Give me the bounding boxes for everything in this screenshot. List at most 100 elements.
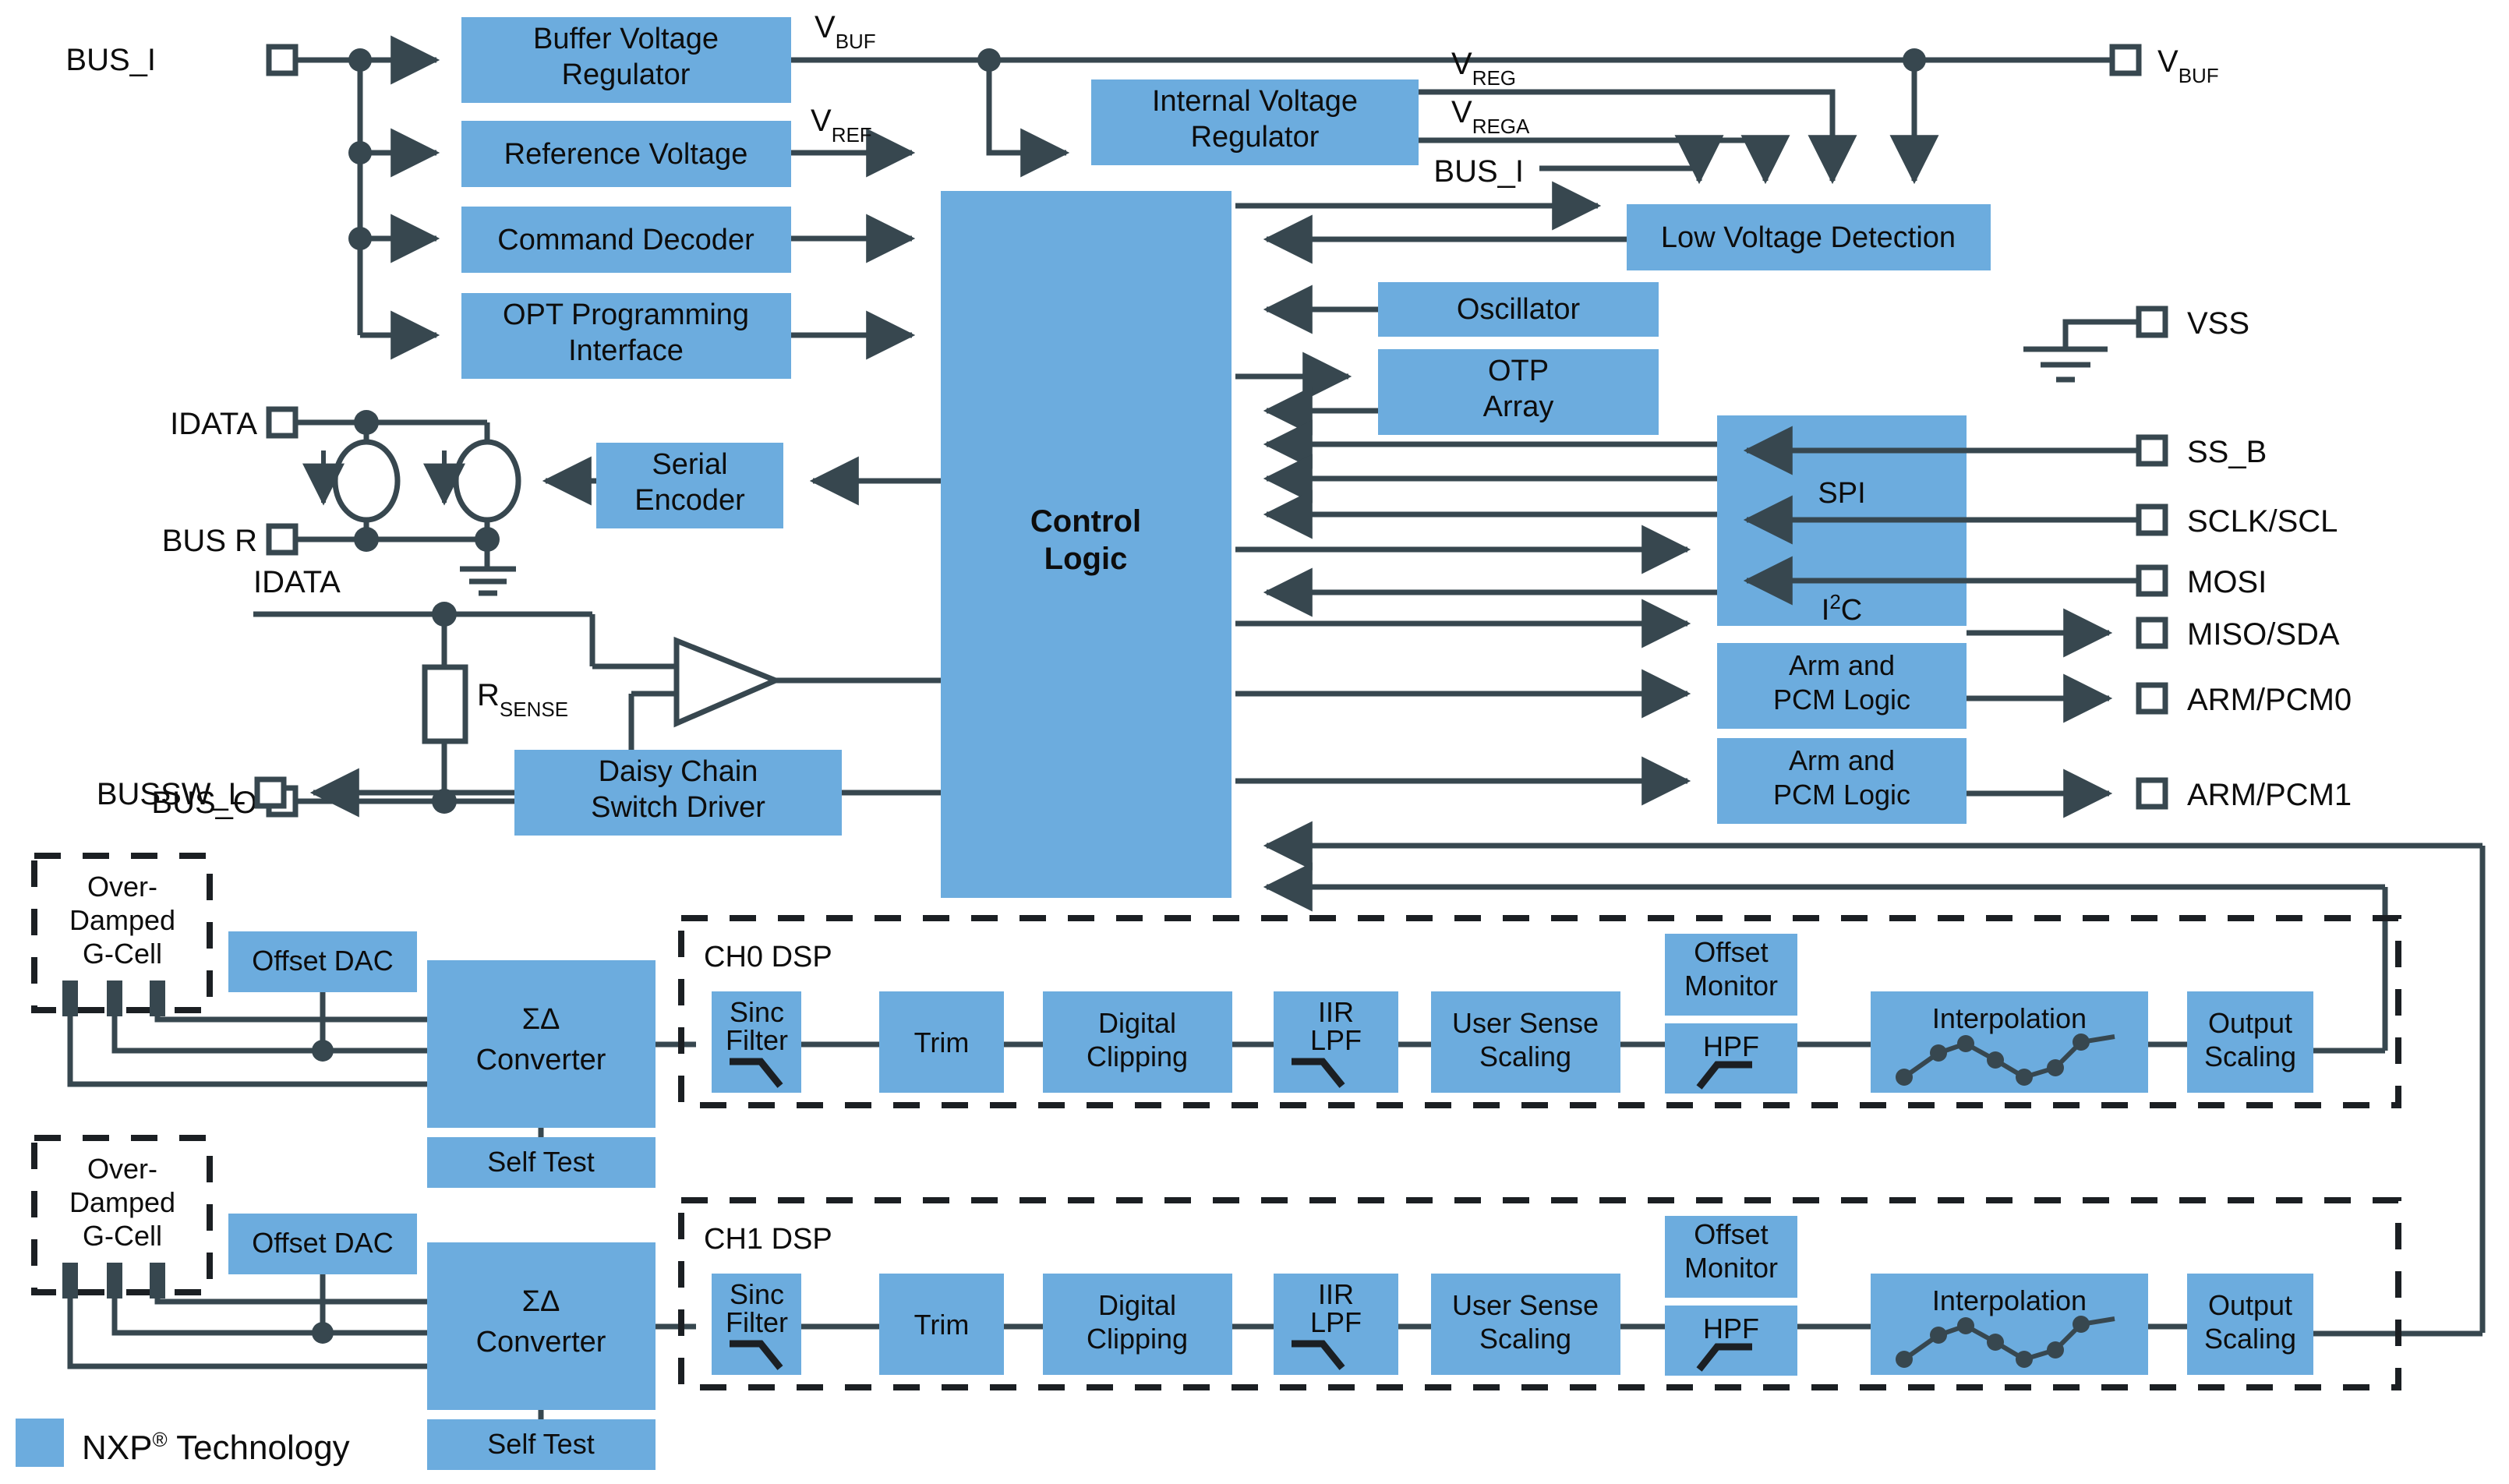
stage-label-line2: Clipping <box>1087 1041 1188 1072</box>
stage-label-line1: Trim <box>914 1026 970 1058</box>
dsp-stage-ch1-user-sense-scaling[interactable]: User Sense Scaling <box>1431 1274 1620 1375</box>
pin-idata-top[interactable] <box>266 406 299 439</box>
block-low-voltage-detection[interactable]: Low Voltage Detection <box>1627 204 1991 270</box>
block-label-line2: PCM Logic <box>1773 684 1910 716</box>
block-command-decoder[interactable]: Command Decoder <box>461 207 791 273</box>
pin-label-vss: VSS <box>2187 306 2249 341</box>
block-label-line2: Array <box>1483 390 1554 423</box>
block-label-line2: Encoder <box>634 484 745 517</box>
stage-label-line1: IIR <box>1318 996 1354 1028</box>
block-label-line1: Over- <box>87 1153 157 1185</box>
block-oscillator[interactable]: Oscillator <box>1378 282 1659 337</box>
dsp-stage-ch0-offset-monitor[interactable]: Offset Monitor <box>1665 934 1797 1016</box>
dsp-stage-ch1-digital-clipping[interactable]: Digital Clipping <box>1043 1274 1232 1375</box>
pin-bus-i[interactable] <box>266 44 299 76</box>
dsp-stage-ch0-interpolation[interactable]: Interpolation <box>1871 991 2148 1093</box>
block-reference-voltage[interactable]: Reference Voltage <box>461 121 791 187</box>
block-self-test-1[interactable]: Self Test <box>427 1419 656 1470</box>
stage-label-line1: Interpolation <box>1932 1002 2087 1034</box>
block-serial-encoder[interactable]: Serial Encoder <box>596 443 783 528</box>
bus-i-input-group: BUS_I <box>65 35 440 360</box>
block-control-logic[interactable]: Control Logic <box>941 191 1232 898</box>
block-label-line2: Damped <box>69 904 175 936</box>
current-source-icon <box>332 439 401 523</box>
pin-arm-pcm0[interactable] <box>2136 682 2168 715</box>
block-arm-pcm-logic-0[interactable]: Arm and PCM Logic <box>1717 643 1967 729</box>
dsp-stage-ch1-sinc-filter[interactable]: Sinc Filter <box>712 1274 801 1375</box>
block-over-damped-gcell-1[interactable]: Over- Damped G-Cell <box>31 1135 213 1298</box>
stage-label-line2: Scaling <box>1479 1041 1571 1072</box>
legend: NXP® Technology <box>16 1419 350 1467</box>
block-offset-dac-1[interactable]: Offset DAC <box>228 1214 417 1274</box>
legend-label: NXP® Technology <box>82 1428 350 1467</box>
net-vref: VREF <box>791 104 916 178</box>
net-label-vreg: VREG <box>1451 47 1516 90</box>
pin-group-miso-sda: MISO/SDA <box>1967 608 2340 658</box>
block-label-line1: Command Decoder <box>497 224 754 256</box>
block-label-line1: Self Test <box>487 1428 594 1460</box>
legend-swatch <box>16 1419 64 1467</box>
dsp-stage-ch1-output-scaling[interactable]: Output Scaling <box>2187 1274 2313 1375</box>
net-bus-i-to-lvd: BUS_I <box>1433 135 1724 189</box>
pin-label-bussw-l: BUSSW_L <box>97 777 246 811</box>
pin-vss[interactable] <box>2136 306 2168 338</box>
block-label-line2: Regulator <box>1191 121 1320 154</box>
pin-bussw-l[interactable] <box>254 776 287 809</box>
stage-label-line1: User Sense <box>1452 1007 1599 1039</box>
block-self-test-0[interactable]: Self Test <box>427 1137 656 1188</box>
pin-bus-r[interactable] <box>266 523 299 556</box>
stage-label-line2: Monitor <box>1684 1252 1778 1284</box>
pin-arm-pcm1[interactable] <box>2136 777 2168 810</box>
pin-group-bussw-l: BUSSW_L <box>97 776 287 811</box>
dsp-stage-ch1-offset-monitor[interactable]: Offset Monitor <box>1665 1216 1797 1298</box>
pin-label-vbuf-out: VBUF <box>2157 44 2219 87</box>
dsp-stage-ch0-hpf[interactable]: HPF <box>1665 1023 1797 1094</box>
block-label-line1: Control <box>1030 504 1141 539</box>
stage-label-line2: Filter <box>726 1306 788 1338</box>
dsp-stage-ch0-user-sense-scaling[interactable]: User Sense Scaling <box>1431 991 1620 1093</box>
block-buffer-voltage-regulator[interactable]: Buffer Voltage Regulator <box>461 17 791 103</box>
pin-miso-sda[interactable] <box>2136 617 2168 649</box>
pin-mosi[interactable] <box>2136 564 2168 597</box>
block-offset-dac-0[interactable]: Offset DAC <box>228 931 417 992</box>
block-arm-pcm-logic-1[interactable]: Arm and PCM Logic <box>1717 738 1967 824</box>
block-internal-voltage-regulator[interactable]: Internal Voltage Regulator <box>1091 80 1419 165</box>
dsp-stage-ch0-digital-clipping[interactable]: Digital Clipping <box>1043 991 1232 1093</box>
block-sd-converter-0[interactable]: ΣΔ Converter <box>427 960 656 1128</box>
dsp-stage-ch1-hpf[interactable]: HPF <box>1665 1306 1797 1376</box>
block-over-damped-gcell-0[interactable]: Over- Damped G-Cell <box>31 853 213 1016</box>
resistor-icon <box>422 664 468 744</box>
pin-label-mosi: MOSI <box>2187 565 2267 599</box>
block-sd-converter-1[interactable]: ΣΔ Converter <box>427 1242 656 1410</box>
wire-gcell0-t3 <box>154 1016 427 1023</box>
dsp-stage-ch0-output-scaling[interactable]: Output Scaling <box>2187 991 2313 1093</box>
amplifier-icon <box>673 636 783 728</box>
dsp-stage-ch0-sinc-filter[interactable]: Sinc Filter <box>712 991 801 1093</box>
dsp-stage-ch0-trim[interactable]: Trim <box>879 991 1004 1093</box>
stage-label-line1: Offset <box>1694 936 1768 968</box>
stage-label-line1: HPF <box>1703 1313 1759 1344</box>
block-otp-array[interactable]: OTP Array <box>1378 349 1659 435</box>
block-label-i2c: I2C <box>1822 590 1862 627</box>
block-label-line1: ΣΔ <box>522 1003 560 1036</box>
dsp-stage-ch1-interpolation[interactable]: Interpolation <box>1871 1274 2148 1375</box>
dsp-stage-ch0-iir-lpf[interactable]: IIR LPF <box>1274 991 1398 1093</box>
block-label-line1: Over- <box>87 871 157 903</box>
stage-label-line2: LPF <box>1310 1024 1362 1056</box>
block-daisy-chain-switch-driver[interactable]: Daisy Chain Switch Driver <box>514 750 842 836</box>
block-label-line2: Switch Driver <box>591 791 765 824</box>
net-label-vrega: VREGA <box>1451 95 1530 138</box>
dsp-stage-ch1-iir-lpf[interactable]: IIR LPF <box>1274 1274 1398 1375</box>
dsp-group-label: CH0 DSP <box>704 941 832 973</box>
block-label-line2: Logic <box>1044 542 1128 576</box>
junction-dot <box>348 141 372 164</box>
junction-dot <box>312 1040 334 1062</box>
dsp-stage-ch1-trim[interactable]: Trim <box>879 1274 1004 1375</box>
block-label-line2: Damped <box>69 1186 175 1218</box>
pin-vbuf-out[interactable] <box>2109 44 2142 76</box>
pin-sclk-scl[interactable] <box>2136 504 2168 536</box>
block-opt-programming-interface[interactable]: OPT Programming Interface <box>461 293 791 379</box>
pin-ss-b[interactable] <box>2136 434 2168 467</box>
block-label-line2: PCM Logic <box>1773 779 1910 811</box>
stage-label-line1: Sinc <box>730 1278 784 1310</box>
